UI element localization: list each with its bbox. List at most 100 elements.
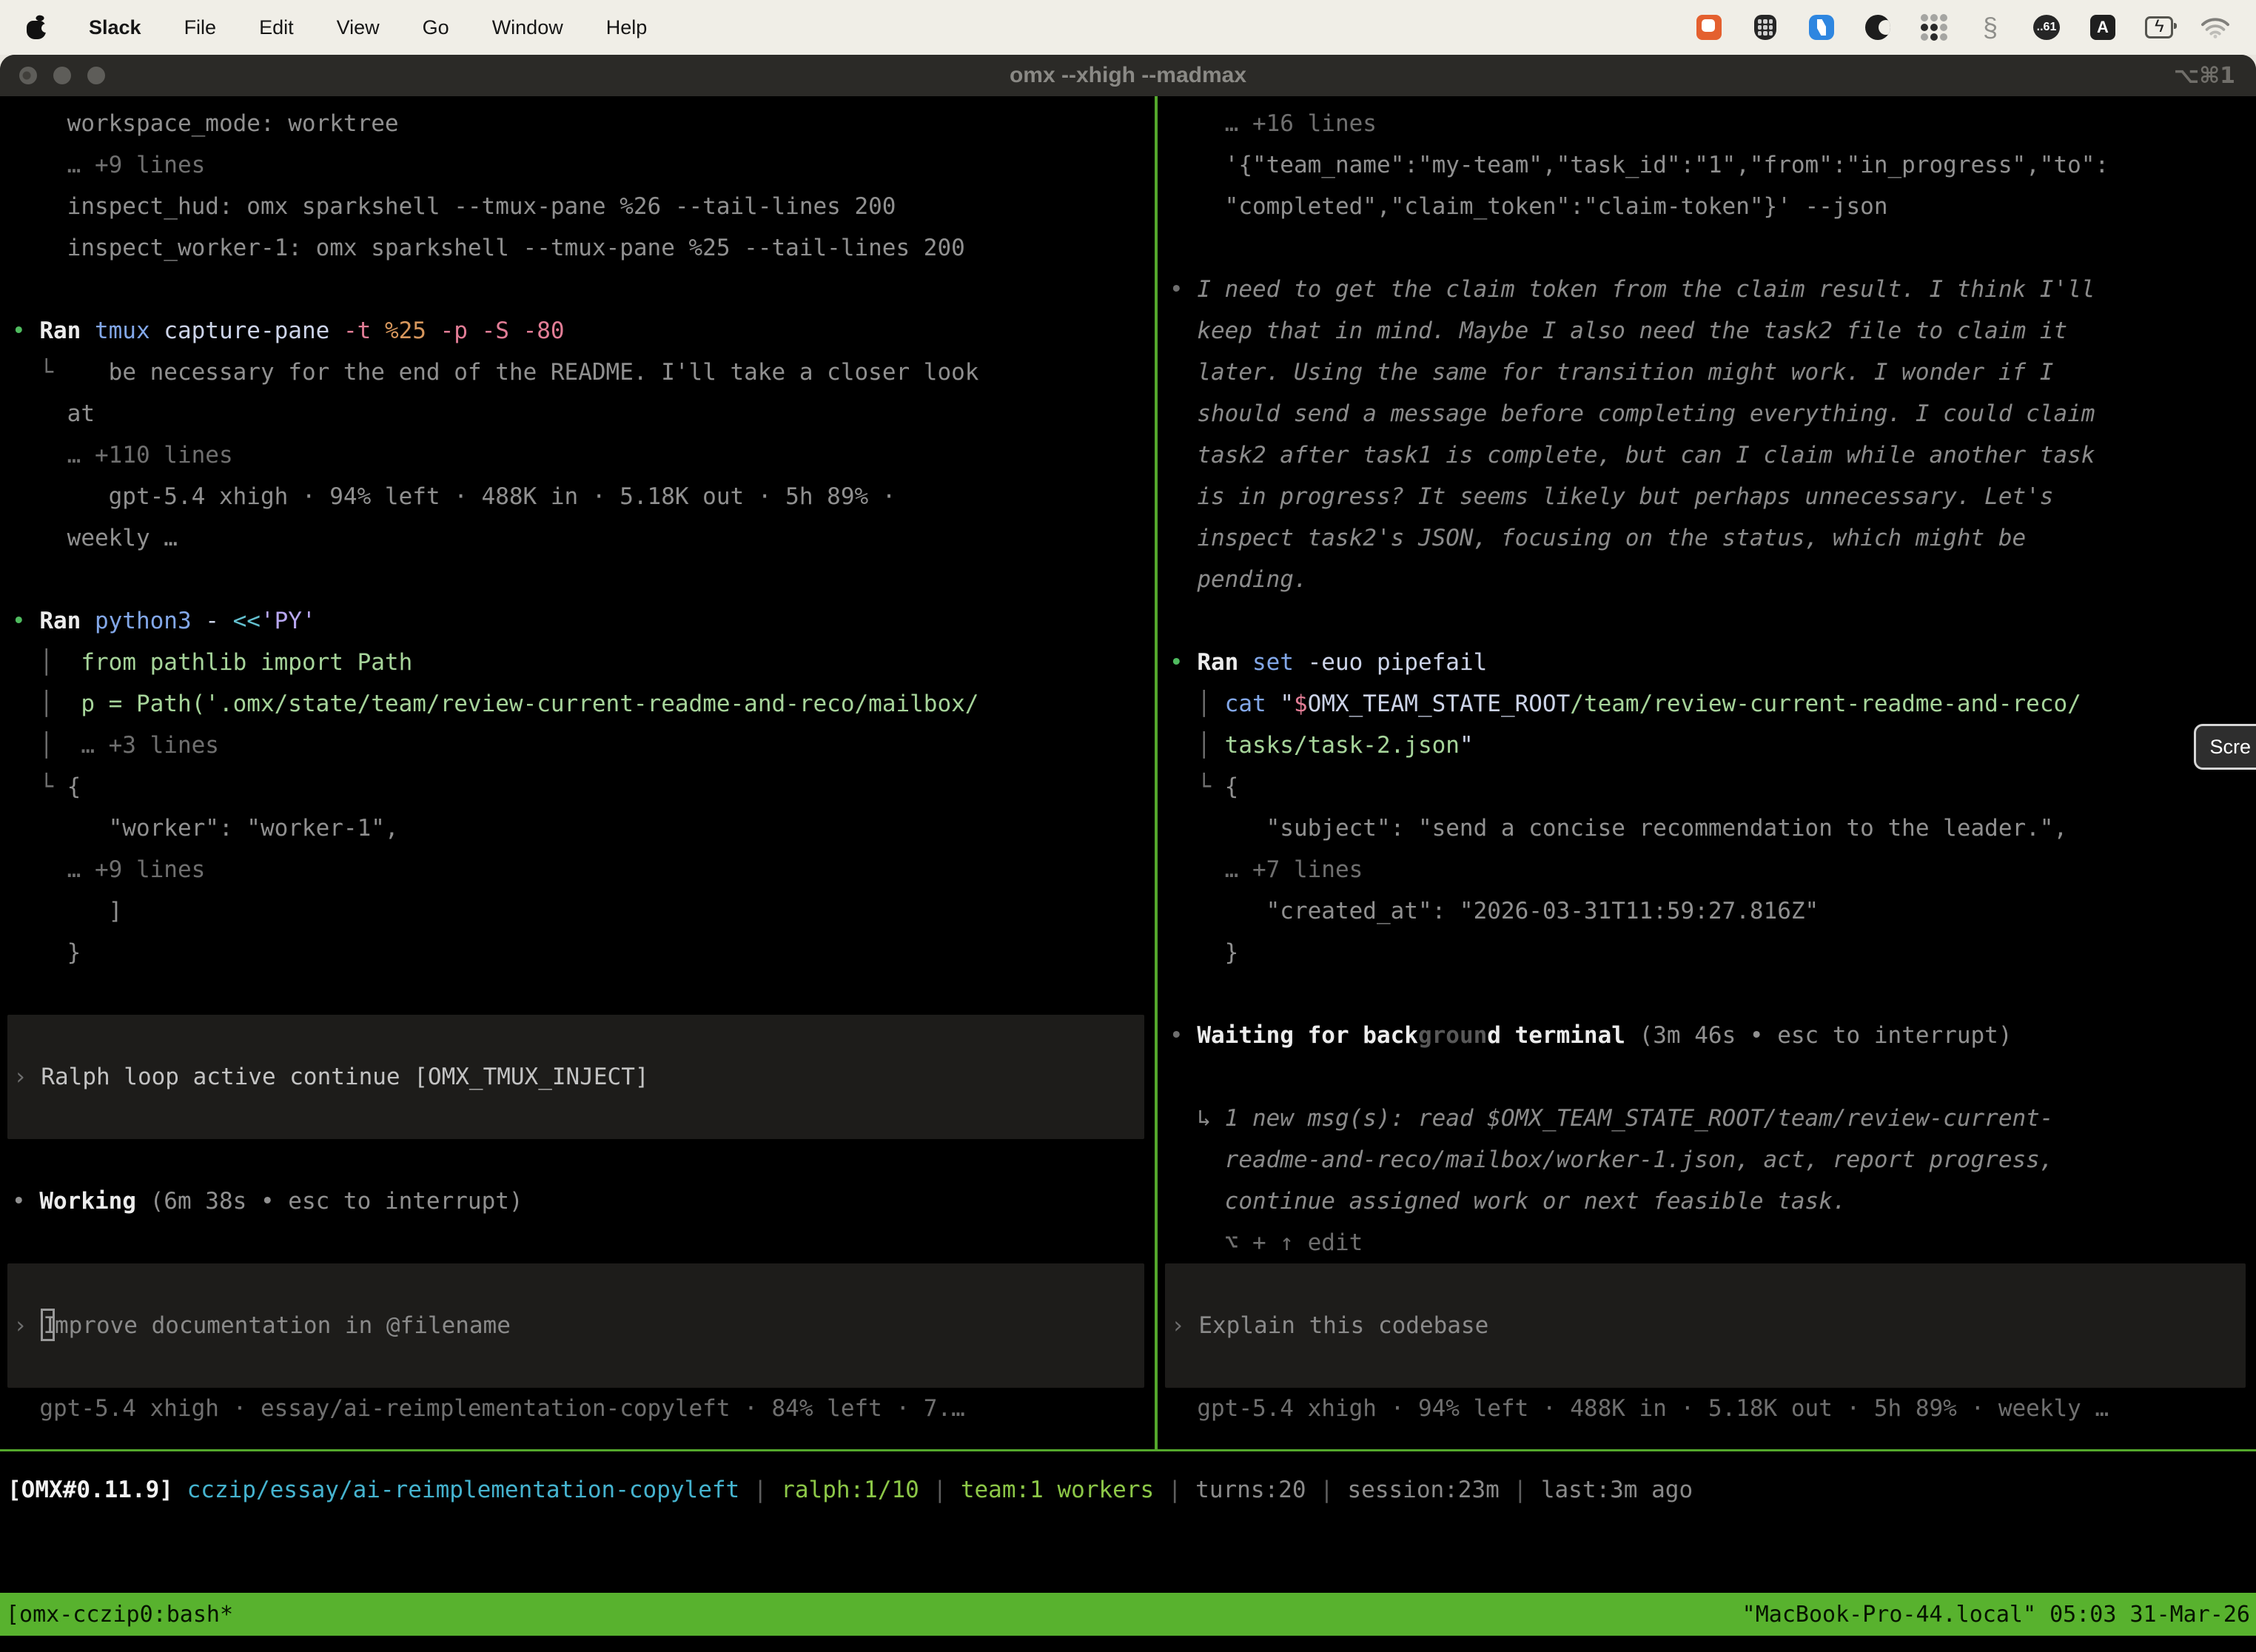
terminal-line: is in progress? It seems likely but perh… [1169,476,2256,517]
prompt-input-right[interactable]: › Explain this codebase [1165,1263,2246,1388]
blue-bolt-icon[interactable] [1807,13,1836,41]
terminal-line: inspect_hud: omx sparkshell --tmux-pane … [12,186,1155,227]
terminal-line [12,559,1155,600]
terminal-line: └ { [1169,766,2256,807]
terminal-line: later. Using the same for transition mig… [1169,352,2256,393]
terminal-line [1169,1056,2256,1098]
hud-ralph: ralph:1/10 [781,1477,919,1503]
menu-view[interactable]: View [337,16,380,39]
terminal-line: │ tasks/task-2.json" [1169,725,2256,766]
terminal-line: inspect_worker-1: omx sparkshell --tmux-… [12,227,1155,269]
terminal-line: • Ran python3 - <<'PY' [12,600,1155,642]
menu-status-icons: § ..61 A ϟ [1695,13,2229,41]
menu-window[interactable]: Window [492,16,563,39]
terminal-line [12,1222,1155,1263]
terminal-line: inspect task2's JSON, focusing on the st… [1169,517,2256,559]
terminal-line: ↳ 1 new msg(s): read $OMX_TEAM_STATE_ROO… [1169,1098,2256,1139]
terminal-line: should send a message before completing … [1169,393,2256,434]
hud-session: session:23m [1348,1477,1500,1503]
squiggle-icon[interactable]: § [1976,13,2004,41]
terminal-line: gpt-5.4 xhigh · 94% left · 488K in · 5.1… [1169,1388,2256,1429]
terminal-line: … +9 lines [12,144,1155,186]
chat-app-icon[interactable] [1695,13,1723,41]
grid-dots-icon[interactable] [1920,13,1948,41]
terminal-line [1169,600,2256,642]
screen: Slack File Edit View Go Window Help § ..… [0,0,2256,1652]
prompt-input-left[interactable]: › Improve documentation in @filename [7,1263,1144,1388]
terminal-line: • Ran tmux capture-pane -t %25 -p -S -80 [12,310,1155,352]
minimize-button[interactable] [53,67,71,84]
menu-left: Slack File Edit View Go Window Help [27,15,647,40]
hud-team: team:1 workers [961,1477,1154,1503]
terminal-line: • I need to get the claim token from the… [1169,269,2256,310]
terminal-line: workspace_mode: worktree [12,103,1155,144]
terminal-line: keep that in mind. Maybe I also need the… [1169,310,2256,352]
battery-charging-icon[interactable]: ϟ [2145,13,2173,41]
terminal-line: … +16 lines [1169,103,2256,144]
terminal-line [12,973,1155,1015]
ralph-loop-banner[interactable]: › Ralph loop active continue [OMX_TMUX_I… [7,1015,1144,1139]
terminal-line [12,269,1155,310]
wifi-icon[interactable] [2201,13,2229,41]
terminal-line [1169,973,2256,1015]
terminal-line: at [12,393,1155,434]
shield-grid-icon[interactable] [1751,13,1779,41]
menu-edit[interactable]: Edit [259,16,294,39]
terminal-line: continue assigned work or next feasible … [1169,1181,2256,1222]
window-title: omx --xhigh --madmax [0,63,2256,88]
menu-app-name[interactable]: Slack [89,16,141,39]
terminal-line: pending. [1169,559,2256,600]
terminal-line: "created_at": "2026-03-31T11:59:27.816Z" [1169,890,2256,932]
close-button[interactable] [19,67,37,84]
omx-version: [OMX#0.11.9] [7,1477,173,1503]
terminal-line: • Waiting for background terminal (3m 46… [1169,1015,2256,1056]
omx-hud-status-line: [OMX#0.11.9] cczip/essay/ai-reimplementa… [7,1469,2256,1511]
terminal-pane-right[interactable]: … +16 lines '{"team_name":"my-team","tas… [1158,96,2256,1449]
terminal-line [12,1139,1155,1181]
apple-icon[interactable] [27,15,46,40]
moon-icon[interactable] [1864,13,1892,41]
hud-last: last:3m ago [1541,1477,1693,1503]
terminal-line: gpt-5.4 xhigh · essay/ai-reimplementatio… [12,1388,1155,1429]
terminal-line: │ p = Path('.omx/state/team/review-curre… [12,683,1155,725]
count-badge[interactable]: ..61 [2032,13,2061,41]
terminal-pane-left[interactable]: workspace_mode: worktree … +9 lines insp… [0,96,1155,1449]
screen-tooltip: Scre [2194,724,2256,770]
terminal-line: "subject": "send a concise recommendatio… [1169,807,2256,849]
terminal-line: gpt-5.4 xhigh · 94% left · 488K in · 5.1… [12,476,1155,517]
terminal-line: ] [12,890,1155,932]
terminal-line: } [12,932,1155,973]
terminal-line: "worker": "worker-1", [12,807,1155,849]
terminal-line: weekly … [12,517,1155,559]
hud-repo: cczip/essay/ai-reimplementation-copyleft [187,1477,740,1503]
tmux-session-name: [omx-cczip0:bash* [6,1602,233,1628]
terminal-line: readme-and-reco/mailbox/worker-1.json, a… [1169,1139,2256,1181]
terminal-line: '{"team_name":"my-team","task_id":"1","f… [1169,144,2256,186]
terminal-line [1169,227,2256,269]
terminal-line: ⌥ + ↑ edit [1169,1222,2256,1263]
terminal-line: "completed","claim_token":"claim-token"}… [1169,186,2256,227]
terminal-line: └ { [12,766,1155,807]
window-titlebar[interactable]: omx --xhigh --madmax ⌥⌘1 [0,55,2256,96]
input-source-badge[interactable]: A [2089,13,2117,41]
window-controls [19,55,105,96]
terminal-line: … +110 lines [12,434,1155,476]
terminal-line: • Working (6m 38s • esc to interrupt) [12,1181,1155,1222]
terminal-line: … +9 lines [12,849,1155,890]
tmux-horizontal-divider [0,1449,2256,1451]
zoom-button[interactable] [87,67,105,84]
menu-file[interactable]: File [184,16,217,39]
menu-help[interactable]: Help [606,16,648,39]
terminal-window: omx --xhigh --madmax ⌥⌘1 workspace_mode:… [0,55,2256,1652]
terminal-line: └ be necessary for the end of the README… [12,352,1155,393]
menu-go[interactable]: Go [423,16,449,39]
tmux-host-clock: "MacBook-Pro-44.local" 05:03 31-Mar-26 [1742,1602,2250,1628]
window-shortcut-badge: ⌥⌘1 [2174,55,2235,96]
tmux-status-bar[interactable]: [omx-cczip0:bash* "MacBook-Pro-44.local"… [0,1593,2256,1636]
terminal-line: • Ran set -euo pipefail [1169,642,2256,683]
terminal-line: … +7 lines [1169,849,2256,890]
terminal-line: │ cat "$OMX_TEAM_STATE_ROOT/team/review-… [1169,683,2256,725]
terminal-line: │ from pathlib import Path [12,642,1155,683]
terminal-line: │ … +3 lines [12,725,1155,766]
terminal-line: } [1169,932,2256,973]
